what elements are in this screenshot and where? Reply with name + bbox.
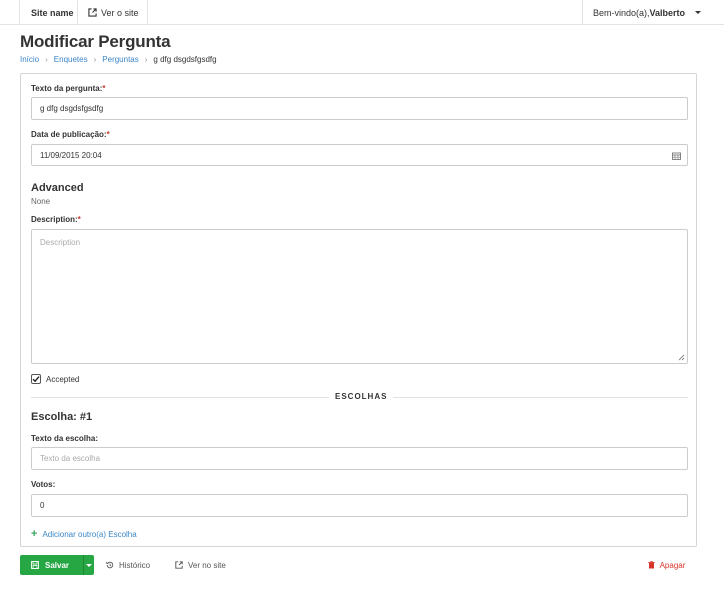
required-marker: * — [102, 84, 106, 93]
resize-handle-icon[interactable] — [677, 353, 685, 361]
pubdate-input[interactable]: 11/09/2015 20:04 — [31, 144, 688, 166]
add-choice-label: Adicionar outro(a) Escolha — [42, 529, 137, 539]
advanced-value: None — [31, 197, 51, 206]
breadcrumb-model[interactable]: Perguntas — [102, 55, 138, 64]
calendar-icon[interactable] — [672, 152, 681, 160]
save-options-toggle[interactable] — [83, 555, 94, 575]
breadcrumb-current: g dfg dsgdsfgsdfg — [153, 55, 217, 64]
description-label: Description:* — [31, 215, 81, 224]
history-label: Histórico — [119, 560, 151, 570]
choice-text-input[interactable]: Texto da escolha — [31, 447, 688, 470]
description-textarea[interactable]: Description — [31, 229, 688, 364]
pubdate-label: Data de publicação:* — [31, 130, 110, 139]
view-site-label: Ver o site — [101, 7, 139, 18]
pubdate-value: 11/09/2015 20:04 — [40, 150, 102, 160]
breadcrumb-separator-icon: › — [93, 55, 97, 64]
accepted-label: Accepted — [46, 374, 80, 384]
trash-icon — [647, 561, 655, 569]
top-navbar: Site name Ver o site Bem-vindo(a), Valber… — [0, 0, 724, 25]
checkmark-icon — [32, 376, 40, 383]
add-choice-link[interactable]: + Adicionar outro(a) Escolha — [31, 528, 137, 540]
save-label: Salvar — [45, 560, 70, 570]
view-on-site-link[interactable]: Ver no site — [175, 555, 226, 575]
save-button[interactable]: Salvar — [20, 555, 83, 575]
accepted-row: Accepted — [31, 374, 79, 384]
history-link[interactable]: Histórico — [106, 555, 150, 575]
view-on-site-label: Ver no site — [188, 560, 226, 570]
delete-label: Apagar — [659, 560, 686, 570]
choices-section-title: ESCOLHAS — [329, 392, 394, 401]
breadcrumb: Início › Enquetes › Perguntas › g dfg ds… — [20, 55, 217, 64]
external-link-icon — [88, 8, 97, 17]
votes-label: Votos: — [31, 480, 56, 489]
chevron-down-icon — [86, 563, 92, 567]
question-value: g dfg dsgdsfgsdfg — [40, 104, 104, 113]
breadcrumb-separator-icon: › — [144, 55, 148, 64]
chevron-down-icon — [695, 11, 702, 14]
description-placeholder: Description — [40, 238, 81, 247]
question-label: Texto da pergunta:* — [31, 84, 106, 93]
view-site-link[interactable]: Ver o site — [78, 0, 148, 25]
breadcrumb-app[interactable]: Enquetes — [54, 55, 88, 64]
required-marker: * — [106, 130, 110, 139]
votes-value: 0 — [40, 501, 45, 510]
user-menu[interactable]: Bem-vindo(a), Valberto — [582, 0, 706, 25]
welcome-text: Bem-vindo(a), — [593, 7, 650, 18]
history-icon — [106, 561, 114, 569]
choice-text-placeholder: Texto da escolha — [40, 454, 101, 463]
form-card: Texto da pergunta:* g dfg dsgdsfgsdfg Da… — [20, 73, 697, 547]
username: Valberto — [649, 7, 686, 18]
delete-button[interactable]: Apagar — [636, 555, 697, 575]
accepted-checkbox[interactable] — [31, 374, 41, 384]
page-title: Modificar Pergunta — [20, 32, 171, 51]
choice-text-label: Texto da escolha: — [31, 434, 98, 443]
votes-input[interactable]: 0 — [31, 494, 688, 517]
breadcrumb-separator-icon: › — [45, 55, 48, 64]
external-link-icon — [175, 561, 183, 569]
site-name-label: Site name — [31, 7, 74, 18]
breadcrumb-home[interactable]: Início — [20, 55, 39, 64]
choice-item-title: Escolha: #1 — [31, 411, 93, 423]
save-icon — [31, 561, 39, 569]
plus-icon: + — [31, 528, 38, 540]
site-name-link[interactable]: Site name — [19, 0, 78, 25]
question-input[interactable]: g dfg dsgdsfgsdfg — [31, 97, 688, 120]
advanced-title: Advanced — [31, 182, 84, 194]
required-marker: * — [77, 215, 81, 224]
